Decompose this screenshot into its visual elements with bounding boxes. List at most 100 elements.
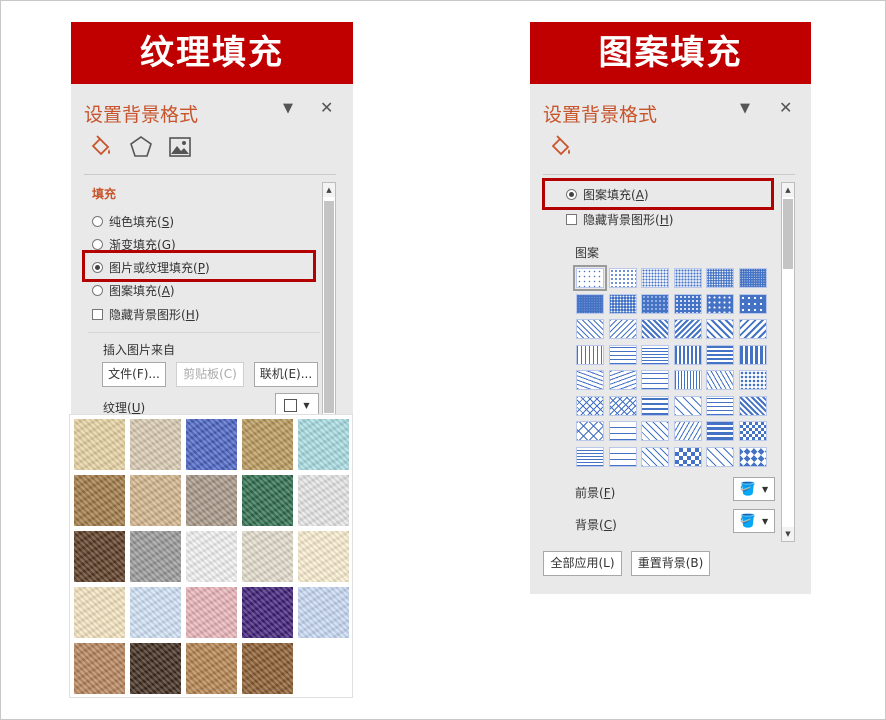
pattern-swatch[interactable] [706, 344, 734, 365]
texture-green-marble[interactable] [242, 475, 293, 526]
right-scrollbar[interactable]: ▲ ▼ [781, 182, 795, 542]
texture-brown-paper-bag[interactable] [74, 475, 125, 526]
pattern-swatch[interactable] [738, 370, 767, 390]
pattern-swatch[interactable] [706, 421, 734, 441]
solid-fill-option[interactable]: 纯色填充(S) [92, 212, 174, 230]
pattern-swatch[interactable] [738, 395, 767, 416]
pattern-swatch[interactable] [706, 395, 734, 416]
pattern-swatch[interactable] [576, 395, 604, 416]
pattern-swatch[interactable] [608, 370, 637, 390]
hide-background-graphics-checkbox[interactable] [92, 308, 103, 320]
pattern-swatch[interactable] [608, 268, 637, 288]
texture-newsprint[interactable] [186, 531, 237, 582]
pattern-swatch[interactable] [738, 319, 767, 339]
texture-purple-mesh[interactable] [242, 587, 293, 638]
left-scrollbar[interactable]: ▲ [322, 182, 336, 416]
pattern-swatch[interactable] [641, 446, 669, 467]
texture-denim[interactable] [186, 419, 237, 470]
solid-fill-radio[interactable] [92, 215, 103, 227]
close-pane-button[interactable]: ✕ [779, 98, 792, 117]
file-button[interactable]: 文件(F)... [102, 362, 166, 387]
texture-water-droplets[interactable] [298, 419, 349, 470]
pattern-swatch[interactable] [738, 446, 767, 467]
pattern-swatch[interactable] [673, 344, 702, 365]
pattern-swatch[interactable] [608, 319, 637, 339]
texture-fish-fossil[interactable] [130, 475, 181, 526]
pattern-swatch[interactable] [738, 293, 767, 314]
texture-oak[interactable] [186, 643, 237, 694]
pattern-swatch[interactable] [673, 421, 702, 441]
texture-white-marble[interactable] [298, 475, 349, 526]
texture-blue-tissue-paper[interactable] [130, 587, 181, 638]
pattern-swatch[interactable] [673, 395, 702, 416]
pattern-swatch[interactable] [576, 293, 604, 314]
pattern-swatch[interactable] [608, 293, 637, 314]
texture-woven-mat[interactable] [242, 419, 293, 470]
scroll-up-arrow-icon[interactable]: ▲ [323, 183, 335, 197]
pattern-swatch[interactable] [641, 344, 669, 365]
pattern-swatch[interactable] [641, 319, 669, 339]
texture-parchment[interactable] [298, 531, 349, 582]
pattern-swatch[interactable] [673, 370, 702, 390]
hide-background-graphics-option[interactable]: 隐藏背景图形(H) [566, 210, 673, 228]
foreground-color-picker[interactable]: 🪣 ▼ [733, 477, 775, 501]
hide-background-graphics-option[interactable]: 隐藏背景图形(H) [92, 305, 199, 323]
background-color-picker[interactable]: 🪣 ▼ [733, 509, 775, 533]
online-button[interactable]: 联机(E)... [254, 362, 318, 387]
clipboard-button[interactable]: 剪贴板(C) [176, 362, 244, 387]
texture-bouquet[interactable] [74, 587, 125, 638]
texture-papyrus[interactable] [74, 419, 125, 470]
pattern-swatch[interactable] [576, 344, 604, 365]
close-pane-button[interactable]: ✕ [320, 98, 333, 117]
pattern-swatch[interactable] [706, 446, 734, 467]
pattern-swatch[interactable] [706, 268, 734, 288]
texture-pink-tissue-paper[interactable] [186, 587, 237, 638]
scroll-up-arrow-icon[interactable]: ▲ [782, 183, 794, 197]
pattern-swatch[interactable] [641, 370, 669, 390]
pattern-swatch[interactable] [673, 319, 702, 339]
apply-to-all-button[interactable]: 全部应用(L) [543, 551, 622, 576]
texture-cork[interactable] [74, 643, 125, 694]
pattern-swatch[interactable] [576, 319, 604, 339]
texture-granite[interactable] [130, 531, 181, 582]
fill-tab-icon[interactable] [88, 134, 114, 160]
reset-background-button[interactable]: 重置背景(B) [631, 551, 710, 576]
scrollbar-thumb[interactable] [324, 201, 334, 413]
texture-medium-wood[interactable] [242, 643, 293, 694]
pattern-swatch[interactable] [706, 293, 734, 314]
pattern-swatch[interactable] [641, 268, 669, 288]
hide-background-graphics-checkbox[interactable] [566, 213, 577, 225]
pattern-swatch[interactable] [738, 268, 767, 288]
pattern-swatch[interactable] [576, 421, 604, 441]
scrollbar-thumb[interactable] [783, 199, 793, 269]
texture-stationery[interactable] [298, 587, 349, 638]
pattern-swatch[interactable] [673, 446, 702, 467]
texture-recycled-paper[interactable] [242, 531, 293, 582]
pattern-swatch[interactable] [641, 421, 669, 441]
pattern-swatch[interactable] [706, 370, 734, 390]
texture-walnut[interactable] [130, 643, 181, 694]
pattern-swatch[interactable] [576, 370, 604, 390]
texture-sand[interactable] [186, 475, 237, 526]
pattern-swatch[interactable] [608, 395, 637, 416]
pane-options-dropdown[interactable]: ▼ [283, 101, 293, 116]
pattern-swatch[interactable] [673, 293, 702, 314]
gradient-fill-radio[interactable] [92, 238, 103, 250]
pattern-fill-option[interactable]: 图案填充(A) [92, 281, 175, 299]
pane-options-dropdown[interactable]: ▼ [740, 101, 750, 116]
texture-brown-marble[interactable] [74, 531, 125, 582]
effects-tab-icon[interactable] [128, 134, 154, 160]
pattern-swatch[interactable] [706, 319, 734, 339]
scroll-down-arrow-icon[interactable]: ▼ [782, 527, 794, 541]
pattern-swatch[interactable] [608, 421, 637, 441]
pattern-swatch[interactable] [738, 344, 767, 365]
pattern-swatch[interactable] [641, 293, 669, 314]
pattern-fill-radio[interactable] [92, 284, 103, 296]
fill-tab-icon[interactable] [548, 134, 574, 160]
texture-canvas[interactable] [130, 419, 181, 470]
pattern-swatch[interactable] [673, 268, 702, 288]
picture-tab-icon[interactable] [167, 134, 193, 160]
pattern-swatch[interactable] [608, 344, 637, 365]
pattern-swatch[interactable] [573, 265, 607, 291]
pattern-swatch[interactable] [608, 446, 637, 467]
